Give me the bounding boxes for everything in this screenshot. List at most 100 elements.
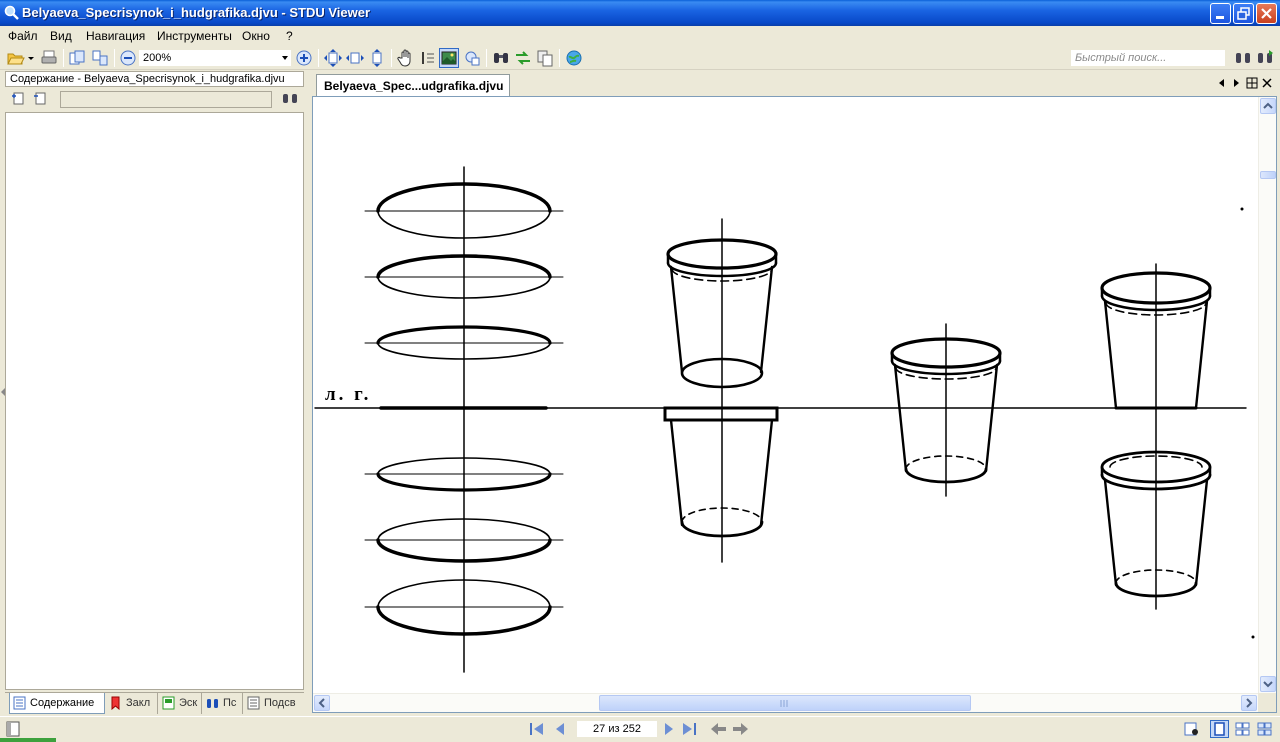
grip-icon: [780, 700, 788, 707]
fit-page-icon[interactable]: [324, 49, 342, 67]
status-bar: 27 из 252: [0, 716, 1280, 742]
collapse-all-icon[interactable]: [33, 91, 49, 107]
contents-filter-input[interactable]: [60, 91, 272, 108]
scroll-right-button[interactable]: [1241, 695, 1257, 711]
page-number-field[interactable]: 27 из 252: [576, 720, 658, 738]
menu-help[interactable]: ?: [286, 29, 293, 43]
highlights-icon: [247, 696, 260, 710]
menu-file[interactable]: Файл: [8, 29, 38, 43]
document-viewport[interactable]: л. г.: [312, 96, 1277, 713]
contents-tab-icon: [13, 696, 26, 710]
hand-tool-icon[interactable]: [397, 49, 415, 67]
grid-view-icon[interactable]: [1256, 721, 1273, 737]
last-page-icon[interactable]: [681, 721, 698, 737]
web-update-icon[interactable]: [565, 49, 583, 67]
sync-arrows-icon[interactable]: [514, 49, 532, 67]
horizontal-scrollbar[interactable]: [313, 693, 1258, 712]
document-tab[interactable]: Belyaeva_Spec...udgrafika.djvu: [316, 74, 510, 96]
tab-scroll-left-icon[interactable]: [1216, 77, 1228, 89]
snapshot-icon[interactable]: [463, 49, 481, 67]
minimize-icon: [1216, 16, 1224, 19]
tab-bookmarks-label: Закл: [126, 697, 151, 709]
tab-search-label: Пс: [223, 697, 237, 709]
single-page-view-icon[interactable]: [1210, 720, 1229, 738]
fit-height-icon[interactable]: [368, 49, 386, 67]
vertical-scrollbar[interactable]: [1258, 97, 1276, 693]
chevron-left-icon: [318, 698, 325, 708]
contents-tree[interactable]: [5, 112, 304, 690]
horizontal-scroll-thumb[interactable]: [599, 695, 971, 711]
search-next-icon[interactable]: [1256, 49, 1274, 67]
page-illustration: л. г.: [313, 97, 1258, 693]
maximize-button[interactable]: [1233, 3, 1254, 24]
forward-arrow-icon[interactable]: [732, 721, 749, 737]
menu-window[interactable]: Окно: [242, 29, 270, 43]
expand-all-icon[interactable]: [11, 91, 27, 107]
copy-page-icon[interactable]: [68, 49, 86, 67]
zoom-select[interactable]: 200%: [138, 49, 292, 67]
zoom-value: 200%: [143, 52, 172, 64]
zoom-in-icon[interactable]: [295, 49, 313, 67]
panel-collapse-handle[interactable]: [1, 388, 5, 396]
toolbar-separator: [63, 49, 64, 67]
tab-thumbnails-label: Эск: [179, 697, 198, 709]
menu-tools[interactable]: Инструменты: [157, 29, 232, 43]
bookmark-icon: [111, 696, 120, 710]
tab-contents-label: Содержание: [30, 697, 95, 709]
close-window-button[interactable]: [1256, 3, 1277, 24]
tab-scroll-right-icon[interactable]: [1230, 77, 1242, 89]
toggle-sidebar-icon[interactable]: [6, 721, 20, 737]
select-pages-icon[interactable]: [91, 49, 109, 67]
tab-contents[interactable]: Содержание: [9, 693, 105, 714]
first-page-icon[interactable]: [528, 721, 545, 737]
tab-highlights[interactable]: Подсв: [244, 693, 302, 714]
search-binoculars-icon[interactable]: [1234, 49, 1252, 67]
thumbnails-icon: [162, 696, 175, 710]
chevron-up-icon: [1263, 102, 1273, 109]
two-page-view-icon[interactable]: [1234, 721, 1251, 737]
zoom-out-icon[interactable]: [119, 49, 137, 67]
main-toolbar: 200%: [0, 46, 1280, 70]
settings-icon[interactable]: [1183, 721, 1200, 737]
vertical-scroll-thumb[interactable]: [1260, 171, 1276, 179]
menu-navigation[interactable]: Навигация: [86, 29, 145, 43]
scroll-corner: [1258, 693, 1276, 712]
toolbar-separator: [559, 49, 560, 67]
scroll-down-button[interactable]: [1260, 676, 1276, 692]
scroll-up-button[interactable]: [1260, 98, 1276, 114]
contents-panel-title: Содержание - Belyaeva_Specrisynok_i_hudg…: [5, 71, 304, 87]
contents-search-icon[interactable]: [282, 91, 298, 107]
text-select-icon[interactable]: [419, 49, 437, 67]
copy-icon[interactable]: [536, 49, 554, 67]
minimize-button[interactable]: [1210, 3, 1231, 24]
cup-below-horizon-drawing: [663, 406, 779, 538]
next-page-icon[interactable]: [660, 721, 677, 737]
open-folder-icon[interactable]: [6, 49, 34, 67]
toolbar-separator: [114, 49, 115, 67]
close-tab-icon[interactable]: [1261, 77, 1273, 89]
title-bar: Belyaeva_Specrisynok_i_hudgrafika.djvu -…: [0, 0, 1280, 26]
app-magnifier-icon: [4, 5, 19, 20]
chevron-down-icon: [1263, 681, 1273, 688]
print-icon[interactable]: [40, 49, 58, 67]
contents-toolbar: [5, 89, 304, 111]
chevron-down-icon: [282, 56, 288, 60]
scroll-left-button[interactable]: [314, 695, 330, 711]
document-tabbar: Belyaeva_Spec...udgrafika.djvu: [312, 72, 1280, 96]
tab-thumbnails[interactable]: Эск: [159, 693, 202, 714]
toolbar-separator: [486, 49, 487, 67]
search-tab-icon: [207, 699, 218, 708]
quick-search-input[interactable]: [1070, 49, 1226, 67]
image-select-icon[interactable]: [439, 48, 459, 68]
toolbar-separator: [391, 49, 392, 67]
fit-width-icon[interactable]: [346, 49, 364, 67]
tab-bookmarks[interactable]: Закл: [106, 693, 158, 714]
binoculars-icon[interactable]: [492, 49, 510, 67]
tab-search[interactable]: Пс: [203, 693, 243, 714]
menu-view[interactable]: Вид: [50, 29, 72, 43]
tab-list-icon[interactable]: [1246, 77, 1258, 89]
back-arrow-icon[interactable]: [710, 721, 727, 737]
previous-page-icon[interactable]: [552, 721, 569, 737]
close-icon: [1261, 8, 1272, 19]
cup-on-horizon-drawing: [890, 323, 1002, 497]
